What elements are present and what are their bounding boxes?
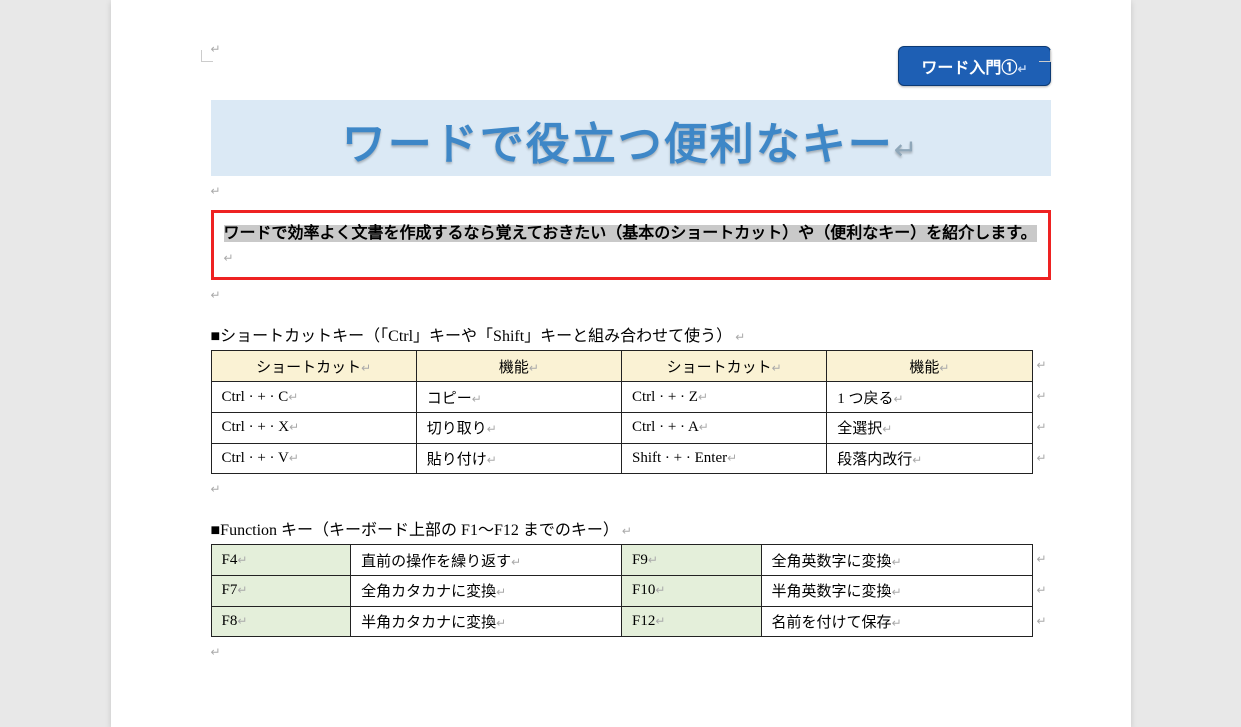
paragraph-mark: ↵ <box>211 184 221 198</box>
table-row: F8↵ 半角カタカナに変換↵ F12↵ 名前を付けて保存↵ <box>211 606 1032 637</box>
col-function: 機能↵ <box>827 351 1032 382</box>
col-shortcut: ショートカット↵ <box>622 351 827 382</box>
title-block: ワードで役立つ便利なキー↵ <box>211 100 1051 176</box>
table-row: Ctrl · + · V↵ 貼り付け↵ Shift · + · Enter↵ 段… <box>211 443 1032 474</box>
paragraph-mark: ↵ <box>211 288 221 302</box>
paragraph-mark: ↵ <box>211 42 221 56</box>
lesson-badge: ワード入門①↵ <box>898 46 1050 86</box>
document-page: ↵ ワード入門①↵ ワードで役立つ便利なキー↵ ↵ ワードで効率よく文書を作成す… <box>111 0 1131 727</box>
document-title: ワードで役立つ便利なキー↵ <box>211 108 1051 172</box>
badge-label: ワード入門① <box>921 60 1017 77</box>
table-row: Ctrl · + · C↵ コピー↵ Ctrl · + · Z↵ 1 つ戻る↵ <box>211 382 1032 413</box>
intro-text: ワードで効率よく文書を作成するなら覚えておきたい（基本のショートカット）や（便利… <box>224 225 1037 242</box>
row-end-marks: ↵↵↵ <box>1033 544 1051 637</box>
col-shortcut: ショートカット↵ <box>211 351 416 382</box>
section2-heading: ■Function キー（キーボード上部の F1～F12 までのキー） ↵ <box>211 516 1051 540</box>
shortcut-table: ショートカット↵ 機能↵ ショートカット↵ 機能↵ Ctrl · + · C↵ … <box>211 350 1033 474</box>
paragraph-mark: ↵ <box>211 645 221 659</box>
paragraph-mark: ↵ <box>211 482 221 496</box>
section1-heading: ■ショートカットキー（「Ctrl」キーや「Shift」キーと組み合わせて使う） … <box>211 322 1051 346</box>
table-row: F7↵ 全角カタカナに変換↵ F10↵ 半角英数字に変換↵ <box>211 576 1032 607</box>
table-row: F4↵ 直前の操作を繰り返す↵ F9↵ 全角英数字に変換↵ <box>211 545 1032 576</box>
intro-highlight-box: ワードで効率よく文書を作成するなら覚えておきたい（基本のショートカット）や（便利… <box>211 210 1051 280</box>
function-key-table-wrap: F4↵ 直前の操作を繰り返す↵ F9↵ 全角英数字に変換↵ F7↵ 全角カタカナ… <box>211 544 1051 637</box>
row-end-marks: ↵↵↵↵ <box>1033 350 1051 474</box>
function-key-table: F4↵ 直前の操作を繰り返す↵ F9↵ 全角英数字に変換↵ F7↵ 全角カタカナ… <box>211 544 1033 637</box>
shortcut-table-wrap: ショートカット↵ 機能↵ ショートカット↵ 機能↵ Ctrl · + · C↵ … <box>211 350 1051 474</box>
table-header-row: ショートカット↵ 機能↵ ショートカット↵ 機能↵ <box>211 351 1032 382</box>
table-row: Ctrl · + · X↵ 切り取り↵ Ctrl · + · A↵ 全選択↵ <box>211 412 1032 443</box>
col-function: 機能↵ <box>416 351 621 382</box>
